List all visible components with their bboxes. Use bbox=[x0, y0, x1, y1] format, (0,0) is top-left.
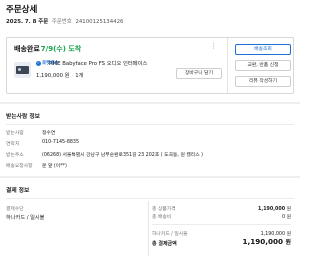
total-value: 1,190,000 원 bbox=[242, 237, 291, 246]
product-thumbnail[interactable] bbox=[14, 62, 31, 78]
status-text: 배송완료 bbox=[14, 45, 40, 53]
shipping-fee-value: 0 원 bbox=[281, 215, 291, 220]
address-label: 받는주소 bbox=[6, 153, 24, 158]
shipping-section-title: 받는사람 정보 bbox=[6, 114, 41, 120]
phone-label: 연락처 bbox=[6, 142, 20, 147]
total-label: 총 결제금액 bbox=[152, 241, 177, 247]
section-divider bbox=[0, 176, 300, 178]
order-date: 2025. 7. 8 주문 bbox=[6, 19, 49, 25]
card-payment-label: 하나카드 / 일시불 bbox=[152, 232, 188, 237]
page-title: 주문상세 bbox=[6, 5, 38, 15]
order-number-label: 주문번호 bbox=[51, 19, 72, 25]
delivery-request-label: 배송요청사항 bbox=[6, 164, 33, 169]
audio-interface-image bbox=[16, 66, 29, 74]
delivery-status: 배송완료7/9(수) 도착 bbox=[14, 44, 81, 54]
order-number: 24100125134426 bbox=[75, 19, 124, 25]
subtotal-value: 1,190,000 원 bbox=[258, 207, 291, 212]
recipient-label: 받는사람 bbox=[6, 131, 24, 136]
delivery-request-value: 문 앞 (이**) bbox=[42, 164, 67, 169]
section-rule bbox=[6, 124, 294, 125]
phone-value: 010-7145-8835 bbox=[42, 140, 80, 145]
add-to-cart-button[interactable]: 장바구니 담기 bbox=[176, 68, 222, 79]
subtotal-label: 총 상품가격 bbox=[152, 207, 176, 212]
product-name[interactable]: RME Babyface Pro FS 오디오 인터페이스 bbox=[49, 59, 147, 67]
product-qty: 1개 bbox=[75, 73, 84, 79]
payment-method-value: 하나카드 / 일시불 bbox=[6, 215, 45, 221]
section-divider bbox=[0, 102, 300, 104]
write-review-button[interactable]: 리뷰 작성하기 bbox=[235, 76, 291, 87]
payment-section-title: 결제 정보 bbox=[6, 188, 30, 194]
address-value: (06268) 서울특별시 강남구 남부순환로351길 23 202호 ( 도곡… bbox=[42, 153, 204, 158]
separator: · bbox=[71, 73, 74, 79]
more-options-icon[interactable]: ⋮ bbox=[210, 43, 217, 50]
track-delivery-button[interactable]: 배송조회 bbox=[235, 44, 291, 55]
summary-rule bbox=[152, 224, 291, 225]
product-price: 1,190,000 원 bbox=[36, 73, 70, 79]
card-payment-value: 1,190,000 원 bbox=[260, 232, 291, 237]
exchange-return-button[interactable]: 교환, 반품 신청 bbox=[235, 60, 291, 71]
payment-divider bbox=[148, 201, 149, 256]
check-icon: ✓ bbox=[36, 61, 41, 66]
delivery-date: 7/9(수) 도착 bbox=[40, 45, 82, 53]
shipping-fee-label: 총 배송비 bbox=[152, 215, 172, 220]
order-card: 배송완료7/9(수) 도착 ⋮ ✓ 로켓배송 RME Babyface Pro F… bbox=[6, 37, 294, 94]
product-price-qty: 1,190,000 원 · 1개 bbox=[36, 71, 83, 79]
payment-method-label: 결제수단 bbox=[6, 207, 24, 212]
card-divider bbox=[227, 38, 228, 93]
recipient-value: 정수연 bbox=[42, 131, 56, 136]
section-rule bbox=[6, 198, 294, 199]
order-meta: 2025. 7. 8 주문 주문번호 24100125134426 bbox=[6, 17, 123, 25]
